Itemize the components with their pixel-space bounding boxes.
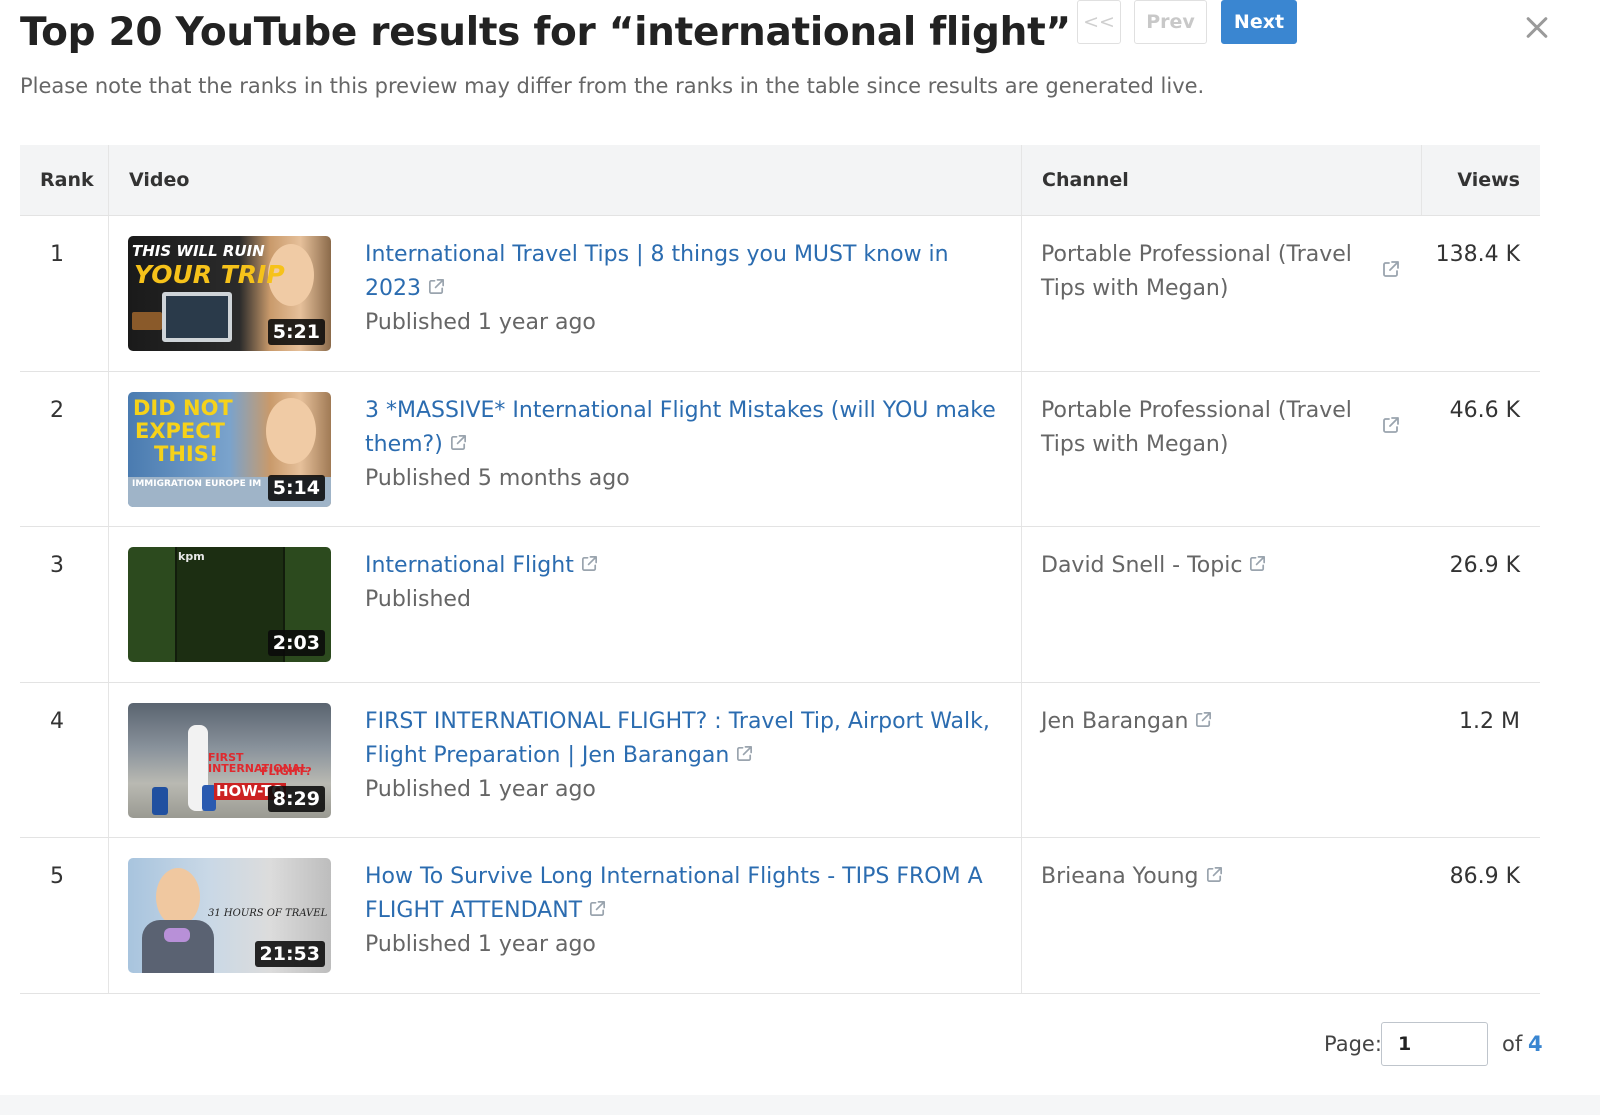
thumbnail-text: FLIGHT? [261,764,312,778]
views-count: 86.9 K [1449,864,1520,890]
rank-value: 4 [50,708,64,734]
external-link-icon[interactable] [588,899,607,918]
external-link-icon[interactable] [1205,865,1224,884]
total-pages-link[interactable]: 4 [1528,1032,1543,1056]
external-link-icon[interactable] [580,554,599,573]
column-header-channel[interactable]: Channel [1042,145,1129,216]
published-date: Published [365,587,471,613]
of-label: of [1502,1032,1523,1056]
views-count: 46.6 K [1449,397,1520,423]
external-link-icon[interactable] [735,744,754,763]
views-count: 1.2 M [1459,708,1520,734]
video-thumbnail[interactable]: THIS WILL RUIN YOUR TRIP 5:21 [128,236,331,351]
channel-name: Portable Professional (Travel Tips with … [1041,397,1352,457]
channel-name: David Snell - Topic [1041,553,1243,579]
table-row: 5 31 HOURS OF TRAVEL 21:53 How To Surviv… [20,838,1540,994]
video-thumbnail[interactable]: 31 HOURS OF TRAVEL 21:53 [128,858,331,974]
first-page-button[interactable]: << [1077,0,1121,44]
video-title-link[interactable]: How To Survive Long International Flight… [365,864,983,923]
external-link-icon[interactable] [1194,710,1213,729]
thumbnail-text: 31 HOURS OF TRAVEL [208,908,328,920]
table-header: Rank Video Channel Views [20,145,1540,216]
thumbnail-text: EXPECT [135,418,226,443]
thumbnail-text: IMMIGRATION EUROPE IM [132,478,262,489]
external-link-icon[interactable] [427,277,446,296]
table-row: 4 FIRST INTERNATIONAL FLIGHT? HOW-TO 8:2… [20,682,1540,839]
thumbnail-text: kpm [178,550,205,564]
table-row: 1 THIS WILL RUIN YOUR TRIP 5:21 Internat… [20,216,1540,372]
published-date: Published 1 year ago [365,310,596,335]
video-title-link[interactable]: International Travel Tips | 8 things you… [365,242,949,301]
video-duration: 21:53 [254,941,325,968]
views-count: 26.9 K [1449,553,1520,579]
video-duration: 5:21 [267,319,325,345]
published-date: Published 1 year ago [365,932,596,958]
rank-value: 1 [50,242,64,267]
column-header-video[interactable]: Video [129,145,189,216]
column-header-views[interactable]: Views [1457,145,1520,216]
page-label: Page: [1324,1032,1382,1056]
results-table: Rank Video Channel Views 1 THIS WILL RUI… [20,145,1540,994]
thumbnail-text: YOUR TRIP [134,260,285,289]
prev-page-button[interactable]: Prev [1134,0,1207,44]
thumbnail-text: THIS WILL RUIN [132,242,265,260]
column-header-rank[interactable]: Rank [40,145,94,216]
published-date: Published 5 months ago [365,465,630,491]
video-duration: 5:14 [267,474,325,501]
rank-value: 5 [50,864,64,890]
page-number-input[interactable] [1381,1022,1488,1066]
video-thumbnail[interactable]: FIRST INTERNATIONAL FLIGHT? HOW-TO 8:29 [128,702,331,818]
thumbnail-text: THIS! [154,441,219,466]
views-count: 138.4 K [1435,242,1520,267]
rank-value: 3 [50,553,64,579]
video-title-link[interactable]: International Flight [365,553,574,578]
rank-value: 2 [50,397,64,423]
external-link-icon[interactable] [1381,415,1401,435]
channel-name: Jen Barangan [1041,708,1189,734]
video-duration: 2:03 [267,630,325,657]
thumbnail-text: DID NOT [133,395,233,420]
table-row: 2 DID NOT EXPECT THIS! IMMIGRATION EUROP… [20,371,1540,528]
external-link-icon[interactable] [449,433,468,452]
video-title-link[interactable]: FIRST INTERNATIONAL FLIGHT? : Travel Tip… [365,709,990,768]
external-link-icon[interactable] [1248,554,1267,573]
next-page-button[interactable]: Next [1221,0,1297,44]
video-thumbnail[interactable]: kpm 2:03 [128,547,331,663]
video-thumbnail[interactable]: DID NOT EXPECT THIS! IMMIGRATION EUROPE … [128,391,331,507]
table-row: 3 kpm 2:03 International Flight Publishe… [20,527,1540,683]
page-title: Top 20 YouTube results for “internationa… [20,10,1071,55]
channel-name: Brieana Young [1041,864,1199,890]
external-link-icon[interactable] [1381,259,1401,279]
channel-name: Portable Professional (Travel Tips with … [1041,242,1352,301]
video-duration: 8:29 [267,785,325,812]
published-date: Published 1 year ago [365,776,596,802]
close-icon[interactable] [1520,10,1556,46]
page-subtitle: Please note that the ranks in this previ… [20,74,1205,98]
